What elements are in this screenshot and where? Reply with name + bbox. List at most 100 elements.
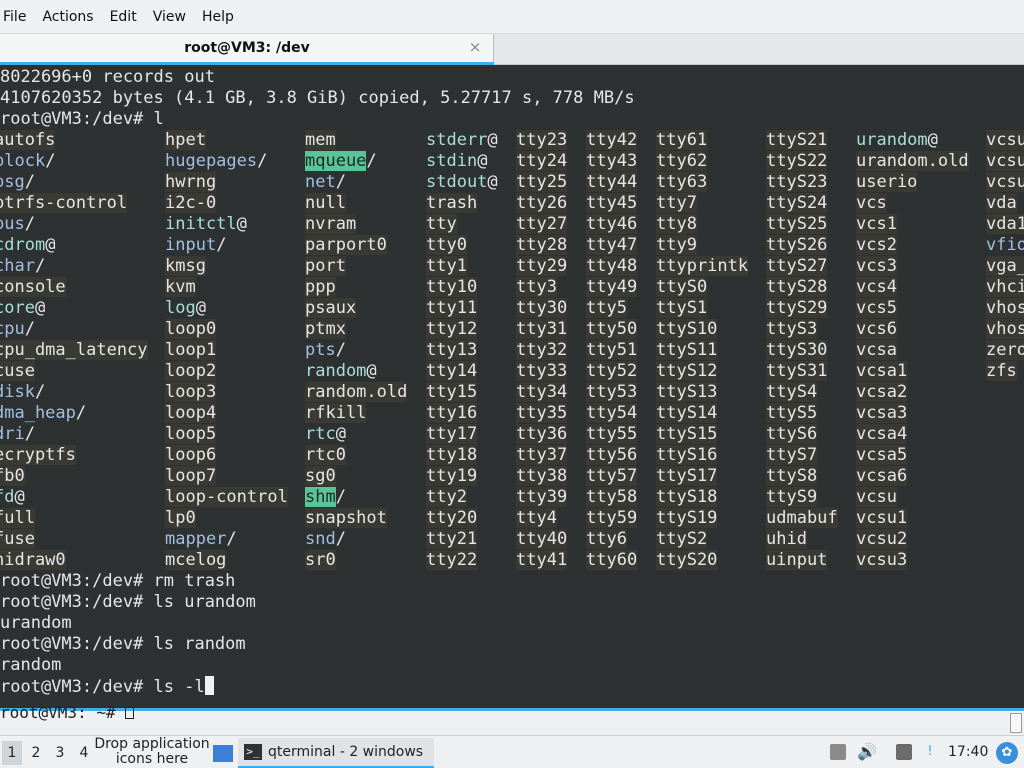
listing-entry: tty21 <box>426 529 478 550</box>
listing-entry-suffix: @ <box>236 214 247 234</box>
listing-entry-name: log <box>165 298 196 318</box>
listing-entry-name: vcsa1 <box>856 361 908 381</box>
listing-entry: ecryptfs <box>0 445 76 466</box>
listing-entry-name: tty2 <box>426 487 467 507</box>
listing-entry: hwrng <box>165 172 217 193</box>
listing-entry: tty4 <box>516 508 557 529</box>
show-desktop-icon[interactable] <box>213 745 233 762</box>
listing-entry: parport0 <box>305 235 387 256</box>
listing-entry-name: sg0 <box>305 466 336 486</box>
listing-entry-name: ttyS24 <box>766 193 828 213</box>
listing-entry-name: psaux <box>305 298 357 318</box>
listing-entry: tty23 <box>516 130 568 151</box>
listing-entry-name: loop2 <box>165 361 217 381</box>
listing-entry: tty63 <box>656 172 708 193</box>
listing-entry-name: ttyS2 <box>656 529 708 549</box>
close-icon[interactable]: × <box>467 39 483 55</box>
listing-entry-name: tty24 <box>516 151 568 171</box>
terminal-output[interactable]: 8022696+0 records out 4107620352 bytes (… <box>0 65 1024 708</box>
listing-entry-name: vcsa3 <box>856 403 908 423</box>
workspace-1[interactable]: 1 <box>2 741 22 765</box>
listing-entry: ttyS30 <box>766 340 828 361</box>
listing-entry: tty35 <box>516 403 568 424</box>
listing-entry-suffix: @ <box>487 130 498 150</box>
listing-entry-name: tty39 <box>516 487 568 507</box>
taskbar-task-qterminal[interactable]: >_ qterminal - 2 windows <box>238 738 434 768</box>
menu-edit[interactable]: Edit <box>102 0 145 34</box>
menu-help[interactable]: Help <box>194 0 242 34</box>
clipboard-icon[interactable] <box>830 744 846 760</box>
listing-entry-name: tty33 <box>516 361 568 381</box>
listing-entry: vcsu <box>856 487 897 508</box>
listing-entry: tty60 <box>586 550 638 571</box>
listing-entry-name: tty62 <box>656 151 708 171</box>
listing-entry-name: vcsu2 <box>856 529 908 549</box>
listing-entry-suffix: / <box>75 403 87 423</box>
terminal-line: 4107620352 bytes (4.1 GB, 3.8 GiB) copie… <box>0 88 635 108</box>
listing-entry-name: rfkill <box>305 403 367 423</box>
listing-entry: tty19 <box>426 466 478 487</box>
listing-entry: loop0 <box>165 319 217 340</box>
scrollbar[interactable] <box>1010 713 1022 733</box>
listing-entry: fb0 <box>0 466 25 487</box>
workspace-3[interactable]: 3 <box>50 741 70 765</box>
listing-entry-name: vcsa <box>856 340 897 360</box>
listing-entry: snapshot <box>305 508 387 529</box>
volume-icon[interactable]: 🔊 <box>857 744 877 760</box>
listing-entry-name: bsg <box>0 172 25 192</box>
listing-entry-name: nvram <box>305 214 357 234</box>
bottom-terminal[interactable]: root@VM3: ~# <box>0 703 1024 735</box>
listing-entry: rtc0 <box>305 445 346 466</box>
listing-entry: tty27 <box>516 214 568 235</box>
listing-entry-name: ttyS1 <box>656 298 708 318</box>
tab-terminal[interactable]: root@VM3: /dev × <box>0 34 494 65</box>
listing-entry-name: tty26 <box>516 193 568 213</box>
listing-entry-name: tty52 <box>586 361 638 381</box>
listing-entry-name: tty59 <box>586 508 638 528</box>
listing-entry-name: tty30 <box>516 298 568 318</box>
listing-entry: vcs6 <box>856 319 897 340</box>
menu-actions[interactable]: Actions <box>34 0 101 34</box>
notification-icon[interactable]: ! <box>922 744 938 760</box>
listing-entry: ttyS1 <box>656 298 708 319</box>
listing-entry-name: ttyS20 <box>656 550 718 570</box>
listing-entry-name: fb0 <box>0 466 25 486</box>
listing-entry: loop-control <box>165 487 288 508</box>
listing-entry-name: tty10 <box>426 277 478 297</box>
listing-entry-name: dma_heap <box>0 403 76 423</box>
listing-entry-name: tty1 <box>426 256 467 276</box>
menu-view[interactable]: View <box>145 0 194 34</box>
listing-entry-suffix: @ <box>366 361 377 381</box>
listing-entry-name: tty43 <box>586 151 638 171</box>
clock[interactable]: 17:40 <box>948 736 988 768</box>
listing-entry: mem <box>305 130 336 151</box>
terminal-line: root@VM3:/dev# l <box>0 109 164 129</box>
listing-entry-name: tty49 <box>586 277 638 297</box>
listing-entry-name: tty7 <box>656 193 697 213</box>
listing-entry-name: ttyS7 <box>766 445 818 465</box>
listing-entry: tty36 <box>516 424 568 445</box>
network-icon[interactable] <box>896 744 912 760</box>
listing-entry: tty44 <box>586 172 638 193</box>
listing-entry-name: hugepages <box>165 151 258 171</box>
listing-entry-name: tty27 <box>516 214 568 234</box>
app-menu-icon[interactable]: ✿ <box>996 742 1018 764</box>
listing-entry: vcsa1 <box>856 361 908 382</box>
workspace-2[interactable]: 2 <box>26 741 46 765</box>
listing-entry: rfkill <box>305 403 367 424</box>
listing-entry-name: hidraw0 <box>0 550 66 570</box>
workspace-4[interactable]: 4 <box>74 741 94 765</box>
listing-entry: psaux <box>305 298 357 319</box>
listing-entry: tty32 <box>516 340 568 361</box>
menu-bar: File Actions Edit View Help <box>0 0 1024 34</box>
listing-entry: ppp <box>305 277 336 298</box>
menu-file[interactable]: File <box>0 0 34 34</box>
listing-entry-suffix: @ <box>335 424 346 444</box>
listing-entry-name: zero <box>986 340 1024 360</box>
listing-entry-name: tty0 <box>426 235 467 255</box>
listing-entry: input/ <box>165 235 226 256</box>
listing-entry-name: tty53 <box>586 382 638 402</box>
listing-entry: loop6 <box>165 445 217 466</box>
listing-entry: tty30 <box>516 298 568 319</box>
quicklaunch-drop-area[interactable]: Drop application icons here <box>92 737 212 767</box>
